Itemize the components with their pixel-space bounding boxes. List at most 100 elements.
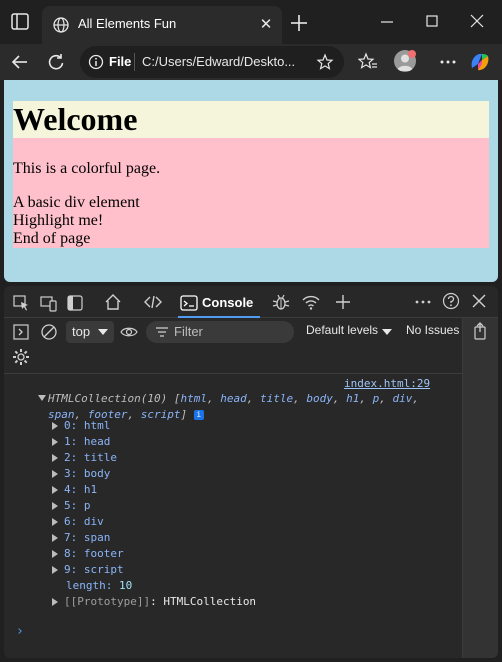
devtools-tabbar: Console (4, 286, 498, 318)
url-text[interactable]: C:/Users/Edward/Deskto... (142, 54, 295, 69)
new-tab-icon[interactable] (288, 12, 310, 34)
console-output: index.html:29 HTMLCollection(10) [html, … (4, 375, 462, 658)
collection-entry[interactable]: 9: script (52, 562, 124, 578)
expand-triangle-icon (52, 502, 58, 510)
entry-index: 2: (64, 451, 78, 464)
length-row: length: 10 (66, 578, 132, 594)
help-icon[interactable] (442, 292, 460, 310)
back-icon[interactable] (10, 52, 30, 72)
length-value: 10 (118, 579, 133, 592)
inspect-icon[interactable] (12, 294, 30, 312)
expand-triangle-icon (52, 534, 58, 542)
favorites-icon[interactable] (358, 52, 378, 72)
copilot-icon[interactable] (468, 50, 492, 74)
collection-entry[interactable]: 6: div (52, 514, 104, 530)
expand-triangle-icon (52, 550, 58, 558)
length-key: length: (66, 579, 113, 592)
chevron-down-icon (382, 329, 392, 335)
expand-triangle-icon (52, 470, 58, 478)
collection-entry[interactable]: 4: h1 (52, 482, 97, 498)
collapse-triangle-icon[interactable] (38, 395, 46, 401)
prototype-row[interactable]: [[Prototype]]: HTMLCollection (52, 594, 256, 610)
entry-tag: p (83, 499, 91, 512)
devtools-side-strip (462, 318, 498, 658)
expand-triangle-icon (52, 486, 58, 494)
clear-console-icon[interactable] (40, 323, 58, 341)
source-link[interactable]: index.html:29 (344, 377, 430, 390)
more-menu-icon[interactable] (438, 52, 458, 72)
title-bar: All Elements Fun ✕ (0, 0, 502, 44)
collection-prefix: HTMLCollection(10) [ (48, 392, 181, 405)
inline-item: head (220, 392, 247, 405)
collection-entry[interactable]: 5: p (52, 498, 91, 514)
show-sidebar-icon[interactable] (12, 323, 30, 341)
expand-triangle-icon (52, 518, 58, 526)
inline-item: script (140, 408, 181, 421)
collection-entry[interactable]: 0: html (52, 418, 110, 434)
expand-triangle-icon (52, 598, 58, 606)
chevron-down-icon (98, 329, 108, 335)
scheme-label: File (109, 54, 132, 69)
prototype-value: HTMLCollection (163, 595, 257, 608)
tab-close-icon[interactable]: ✕ (256, 15, 276, 35)
filter-placeholder: Filter (174, 324, 203, 339)
devtools-panel: Console top Filter Default levels No Iss… (4, 286, 498, 658)
entry-tag: div (83, 515, 104, 528)
page-heading: Welcome (13, 101, 489, 138)
console-prompt[interactable]: › (16, 624, 24, 639)
entry-index: 0: (64, 419, 78, 432)
context-select[interactable]: top (66, 321, 114, 343)
maximize-icon[interactable] (421, 12, 443, 32)
address-bar[interactable]: File C:/Users/Edward/Deskto... (80, 46, 344, 78)
entry-index: 4: (64, 483, 78, 496)
expand-triangle-icon (52, 566, 58, 574)
page-span: Highlight me! (13, 212, 104, 229)
info-badge-icon[interactable]: i (193, 410, 204, 420)
browser-toolbar: File C:/Users/Edward/Deskto... (0, 44, 502, 80)
collection-entry[interactable]: 3: body (52, 466, 110, 482)
network-wifi-icon[interactable] (302, 293, 320, 311)
issues-panel-icon[interactable] (471, 322, 489, 340)
entry-tag: footer (83, 547, 124, 560)
close-window-icon[interactable] (466, 12, 488, 32)
prototype-key: [[Prototype]] (64, 595, 151, 608)
refresh-icon[interactable] (46, 52, 66, 72)
divider (134, 53, 135, 71)
dock-side-icon[interactable] (66, 294, 84, 312)
filter-input[interactable]: Filter (146, 321, 294, 343)
devtools-menu-icon[interactable] (414, 293, 432, 311)
page-footer: End of page (13, 230, 91, 247)
tab-actions-icon[interactable] (10, 12, 32, 32)
pink-section: This is a colorful page. A basic div ele… (13, 138, 489, 248)
entry-tag: html (83, 419, 111, 432)
welcome-home-icon[interactable] (104, 293, 122, 311)
entry-index: 9: (64, 563, 78, 576)
notification-dot (408, 50, 416, 58)
collection-entry[interactable]: 7: span (52, 530, 110, 546)
more-tools-plus-icon[interactable] (334, 293, 352, 311)
entry-index: 7: (64, 531, 78, 544)
inline-item: p (372, 392, 380, 405)
page-paragraph: This is a colorful page. (13, 160, 161, 177)
console-toolbar: top Filter Default levels No Issues (4, 318, 462, 374)
entry-index: 8: (64, 547, 78, 560)
collection-entry[interactable]: 1: head (52, 434, 110, 450)
tab-console[interactable]: Console (178, 286, 260, 318)
entry-tag: title (83, 451, 117, 464)
minimize-icon[interactable] (376, 12, 398, 32)
live-expression-eye-icon[interactable] (120, 323, 138, 341)
issues-counter[interactable]: No Issues (406, 323, 459, 337)
bug-icon[interactable] (272, 293, 290, 311)
collection-entry[interactable]: 2: title (52, 450, 117, 466)
browser-tab[interactable]: All Elements Fun ✕ (42, 6, 282, 44)
entry-index: 3: (64, 467, 78, 480)
console-settings-gear-icon[interactable] (12, 348, 30, 366)
globe-icon (53, 17, 69, 33)
info-icon[interactable] (88, 54, 104, 70)
elements-icon[interactable] (144, 293, 162, 311)
collection-entry[interactable]: 8: footer (52, 546, 124, 562)
devtools-close-icon[interactable] (470, 292, 488, 310)
inline-item: html (180, 392, 207, 405)
favorite-star-icon[interactable] (316, 53, 334, 71)
device-toolbar-icon[interactable] (40, 294, 58, 312)
